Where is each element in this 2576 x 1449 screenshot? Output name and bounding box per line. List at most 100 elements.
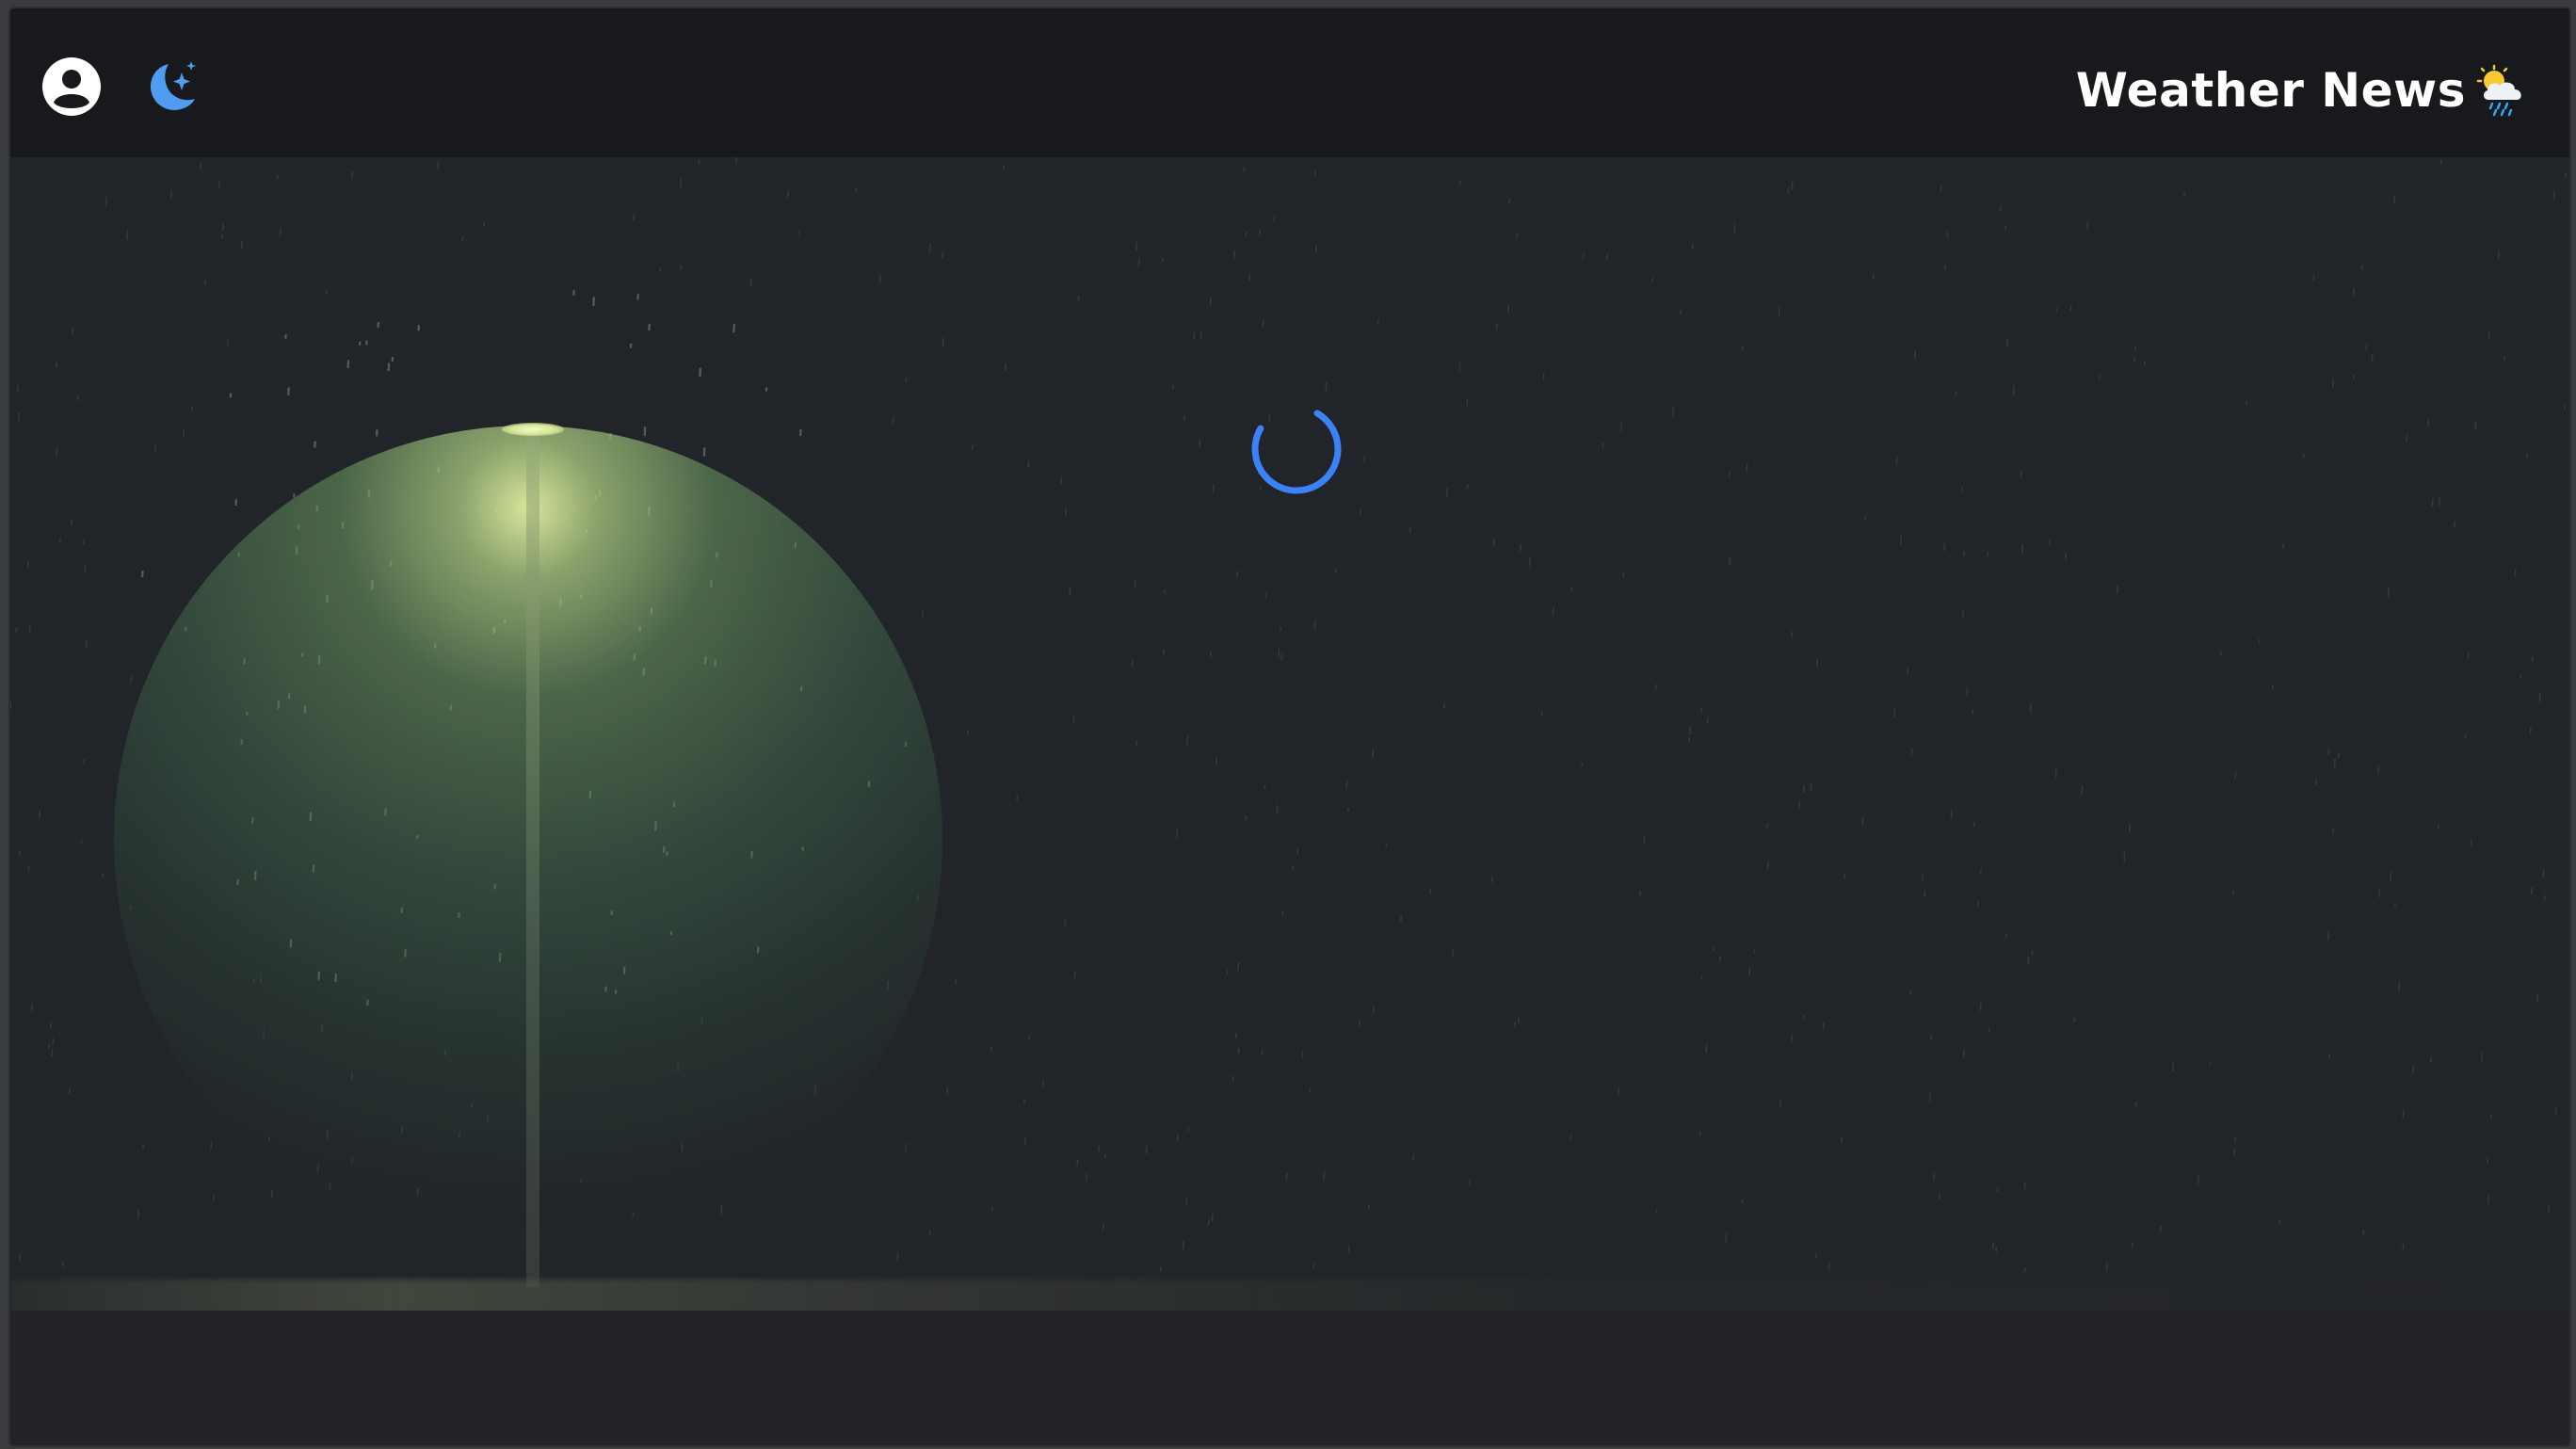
- rain-drop: [1301, 1052, 1304, 1058]
- rain-drop: [221, 233, 224, 239]
- rain-drop: [483, 221, 486, 227]
- rain-drop: [735, 157, 738, 164]
- rain-drop: [1643, 836, 1646, 845]
- rain-drop: [52, 1038, 55, 1045]
- rain-drop: [1841, 1136, 1843, 1144]
- rain-drop: [1276, 804, 1279, 814]
- rain-drop: [2393, 902, 2396, 907]
- rain-drop: [1187, 1127, 1190, 1132]
- theme-toggle-button[interactable]: [140, 56, 202, 118]
- rain-drop: [1232, 1075, 1234, 1084]
- rain-drop: [2021, 544, 2023, 555]
- rain-drop: [1943, 543, 1946, 552]
- rain-drop: [2371, 354, 2374, 362]
- rain-drop: [1940, 185, 1942, 191]
- rain-drop: [1863, 515, 1866, 520]
- rain-drop: [2134, 346, 2137, 350]
- rain-drop: [1367, 1205, 1370, 1210]
- rain-drop: [1680, 309, 1682, 315]
- rain-drop: [592, 297, 595, 307]
- rain-drop: [2520, 674, 2522, 679]
- rain-drop: [1314, 245, 1317, 252]
- rain-drop: [2529, 726, 2532, 735]
- rain-drop: [855, 187, 858, 193]
- rain-drop: [1688, 726, 1691, 735]
- rain-drop: [2331, 829, 2334, 835]
- rain-drop: [1235, 1032, 1238, 1038]
- rain-drop: [1183, 414, 1186, 421]
- rain-drop: [2327, 931, 2330, 941]
- rain-drop: [896, 1252, 899, 1262]
- rain-drop: [905, 1143, 908, 1152]
- rain-drop: [1072, 715, 1075, 723]
- rain-drop: [1245, 232, 1248, 236]
- rain-drop: [1999, 205, 2002, 212]
- rain-drop: [2278, 1219, 2281, 1226]
- rain-drop: [203, 280, 206, 285]
- rain-drop: [1972, 821, 1975, 827]
- rain-drop: [1741, 1198, 1744, 1204]
- rain-drop: [1963, 550, 1966, 556]
- rain-drop: [1570, 1135, 1572, 1141]
- rain-drop: [1718, 956, 1721, 963]
- rain-drop: [2352, 288, 2355, 297]
- rain-drop: [2049, 539, 2052, 546]
- rain-drop: [1199, 439, 1201, 447]
- rain-drop: [1069, 587, 1071, 596]
- rain-drop: [1264, 785, 1266, 791]
- rain-drop: [966, 729, 969, 735]
- rain-drop: [80, 839, 83, 845]
- rain-drop: [905, 377, 908, 383]
- rain-drop: [1372, 749, 1375, 759]
- rain-drop: [1843, 873, 1846, 879]
- rain-drop: [2564, 403, 2567, 411]
- rain-drop: [1713, 946, 1715, 951]
- rain-drop: [1996, 1187, 1999, 1192]
- rain-drop: [183, 428, 185, 437]
- rain-drop: [1961, 486, 1964, 492]
- rain-drop: [1542, 373, 1545, 380]
- rain-drop: [2116, 585, 2118, 594]
- rain-drop: [1323, 1170, 1326, 1181]
- rain-drop: [1893, 708, 1896, 718]
- rain-drop: [1280, 653, 1283, 661]
- rain-drop: [2234, 772, 2237, 780]
- rain-drop: [2081, 785, 2084, 795]
- rain-drop: [680, 264, 683, 271]
- rain-drop: [325, 288, 328, 295]
- rain-drop: [1347, 1247, 1350, 1252]
- rain-drop: [1345, 781, 1348, 790]
- rain-drop: [1933, 1172, 1936, 1181]
- rain-drop: [1518, 1015, 1521, 1024]
- rain-drop: [2246, 399, 2248, 405]
- rain-drop: [2487, 1158, 2489, 1164]
- rain-drop: [1264, 592, 1267, 599]
- rain-drop: [749, 277, 752, 287]
- rain-drop: [1971, 709, 1973, 716]
- user-account-button[interactable]: [40, 56, 103, 118]
- rain-drop: [1160, 1266, 1163, 1272]
- brand-header[interactable]: Weather News: [2076, 57, 2528, 123]
- rain-drop: [1346, 807, 1349, 813]
- rain-drop: [1803, 784, 1806, 793]
- rain-drop: [2552, 191, 2555, 201]
- rain-drop: [2487, 1195, 2489, 1205]
- rain-drop: [1373, 1006, 1376, 1014]
- rain-drop: [2526, 453, 2529, 459]
- rain-drop: [2398, 982, 2401, 992]
- rain-drop: [1325, 382, 1328, 393]
- rain-drop: [2073, 1017, 2076, 1022]
- rain-drop: [72, 326, 74, 334]
- rain-drop: [1506, 304, 1509, 314]
- rain-drop: [1172, 384, 1175, 390]
- rain-drop: [1060, 475, 1063, 485]
- rain-drop: [643, 427, 647, 436]
- rain-drop: [1280, 627, 1282, 633]
- rain-drop: [1259, 229, 1262, 235]
- rain-drop: [1495, 323, 1498, 330]
- rain-drop: [1516, 233, 1519, 239]
- rain-drop: [30, 1004, 33, 1011]
- rain-drop: [954, 978, 957, 985]
- rain-drop: [1028, 1034, 1031, 1040]
- rain-drop: [2474, 420, 2477, 430]
